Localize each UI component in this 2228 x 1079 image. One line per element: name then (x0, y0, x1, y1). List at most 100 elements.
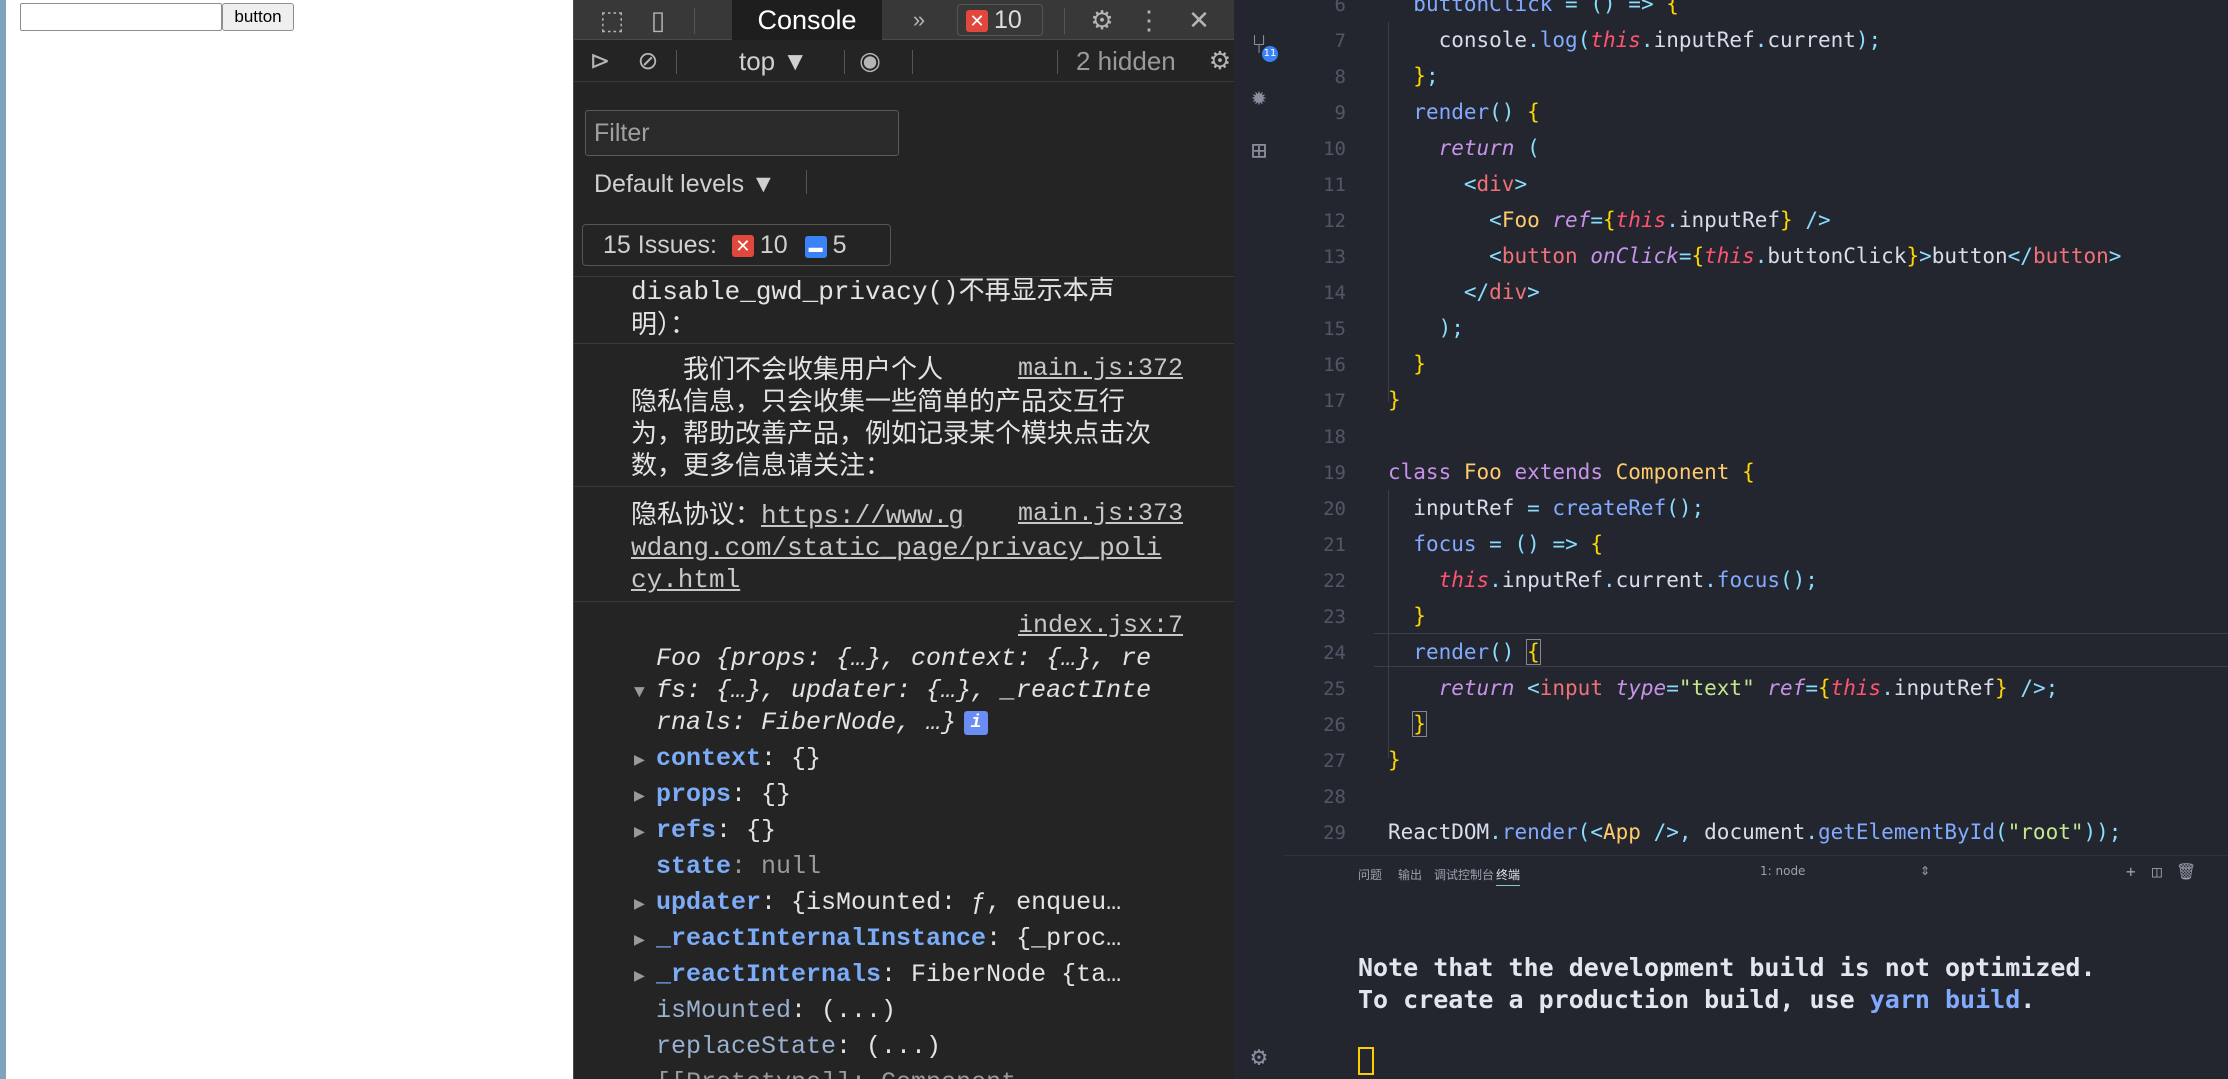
context-selector[interactable]: top ▼ (739, 44, 808, 78)
message-line: 明）： (631, 309, 697, 339)
line-number: 6 (1334, 0, 1346, 16)
source-link[interactable]: main.js:372 (1018, 353, 1183, 385)
code-line: <Foo ref={this.inputRef} /> (1489, 208, 1831, 232)
object-property[interactable]: ▶ updater: {isMounted: ƒ, enqueu… (634, 887, 1121, 921)
property-value: : {} (731, 780, 792, 809)
panel-tabbar: 问题 输出 调试控制台 终端 1: node ⇕ + ◫ 🗑 (1284, 855, 2228, 889)
message-text: disable_gwd_privacy()不再显示本声 明）： (631, 276, 1171, 340)
code-line: return <input type="text" ref={this.inpu… (1438, 676, 2059, 700)
filter-row: Filter (574, 82, 1234, 162)
settings-gear-icon[interactable]: ⚙ (1082, 3, 1122, 37)
sidebar-toggle-icon[interactable]: ⊳ (582, 44, 618, 78)
object-property[interactable]: ▶ _reactInternalInstance: {_proc… (634, 923, 1121, 957)
terminal-select-value: 1: node (1760, 864, 1806, 878)
line-number: 19 (1323, 462, 1346, 484)
line-number: 20 (1323, 498, 1346, 520)
inspect-element-icon[interactable]: ⬚ (592, 3, 632, 37)
source-link[interactable]: main.js:373 (1018, 498, 1183, 530)
console-message: disable_gwd_privacy()不再显示本声 明）： (574, 276, 1234, 344)
expand-triangle-icon: ▶ (634, 895, 645, 915)
extensions-icon[interactable]: ⊞ (1244, 136, 1274, 166)
property-value: : (...) (836, 1032, 942, 1061)
object-summary: rnals: FiberNode, …} i (656, 707, 989, 739)
property-key: replaceState (656, 1032, 837, 1061)
close-devtools-icon[interactable]: ✕ (1179, 3, 1219, 37)
message-label: 隐私协议： (631, 499, 762, 529)
kill-terminal-trash-icon[interactable]: 🗑 (2176, 862, 2196, 881)
more-menu-icon[interactable]: ⋮ (1129, 3, 1169, 37)
tab-debug-console[interactable]: 调试控制台 (1434, 866, 1494, 883)
message-line: 数，更多信息请关注： (631, 450, 892, 480)
object-property[interactable]: ▶ refs: {} (634, 815, 776, 849)
code-line: ReactDOM.render(<App />, document.getEle… (1388, 820, 2122, 844)
divider (676, 50, 677, 74)
code-line: ); (1438, 316, 1464, 340)
tab-terminal[interactable]: 终端 (1496, 866, 1521, 886)
error-count-badge[interactable]: ✕ 10 (957, 4, 1043, 36)
terminal-line: To create a production build, use yarn b… (1358, 985, 2035, 1014)
issues-button[interactable]: 15 Issues: ✕ 10 ▬ 5 (582, 224, 891, 266)
property-value: : (...) (791, 996, 897, 1025)
object-property[interactable]: replaceState: (...) (656, 1031, 941, 1063)
privacy-link[interactable]: wdang.com/static_page/privacy_poli (631, 532, 1171, 564)
object-property[interactable]: ▶ context: {} (634, 743, 821, 777)
divider (574, 343, 1234, 344)
object-property[interactable]: ▶ _reactInternals: FiberNode {ta… (634, 959, 1121, 993)
expand-triangle-icon: ▶ (634, 823, 645, 843)
object-summary[interactable]: ▼ fs: {…}, updater: {…}, _reactInte (634, 675, 1151, 709)
console-message: 隐私协议：https://www.g wdang.com/static_page… (574, 498, 1234, 598)
property-key: [[Prototype]] (656, 1068, 851, 1079)
line-number: 18 (1323, 426, 1346, 448)
terminal-select[interactable]: 1: node ⇕ (1760, 864, 1930, 878)
line-number: 22 (1323, 570, 1346, 592)
terminal[interactable]: Note that the development build is not o… (1284, 889, 2228, 1079)
manage-gear-icon[interactable]: ⚙ (1244, 1042, 1274, 1072)
line-number: 26 (1323, 714, 1346, 736)
property-value: : {} (761, 744, 822, 773)
code-line: return ( (1438, 136, 1540, 160)
expanded-triangle-icon: ▼ (634, 683, 645, 703)
issues-error-count: 10 (759, 231, 788, 259)
divider (574, 486, 1234, 487)
line-number: 21 (1323, 534, 1346, 556)
devtools-panel: ⬚ ▯ Console » ✕ 10 ⚙ ⋮ ✕ ⊳ ⊘ top ▼ ◉ 2 hi… (573, 0, 1234, 1079)
tab-console[interactable]: Console (732, 0, 882, 40)
privacy-link[interactable]: cy.html (631, 564, 1171, 596)
code-editor[interactable]: 6 7 8 9 10 11 12 13 14 15 16 17 18 19 20 21 22 23 24 25 26 27… (1284, 0, 2228, 855)
object-property[interactable]: isMounted: (...) (656, 995, 896, 1027)
object-property[interactable]: ▶[[Prototype]]: Component (634, 1067, 1016, 1079)
split-terminal-icon[interactable]: ◫ (2152, 862, 2162, 881)
clear-console-icon[interactable]: ⊘ (630, 44, 666, 78)
more-tabs-icon[interactable]: » (899, 3, 939, 37)
object-summary: Foo {props: {…}, context: {…}, re (656, 644, 1152, 673)
demo-button[interactable]: button (222, 3, 294, 31)
log-levels-dropdown[interactable]: Default levels ▼ (594, 170, 776, 199)
code-line: } (1388, 748, 1401, 772)
source-link[interactable]: index.jsx:7 (1018, 610, 1183, 642)
divider (806, 170, 807, 194)
filter-input[interactable]: Filter (585, 110, 899, 156)
expand-triangle-icon: ▶ (634, 787, 645, 807)
levels-row: Default levels ▼ (574, 162, 1234, 208)
terminal-command: yarn build (1869, 985, 2021, 1014)
tab-output[interactable]: 输出 (1398, 866, 1422, 883)
privacy-link[interactable]: https://www.g (761, 501, 964, 531)
new-terminal-plus-icon[interactable]: + (2126, 862, 2136, 881)
object-property[interactable]: ▶ props: {} (634, 779, 791, 813)
property-key: props (656, 780, 732, 809)
live-expression-eye-icon[interactable]: ◉ (852, 44, 888, 78)
debug-icon[interactable]: ✹ (1244, 82, 1274, 112)
console-toolbar: ⊳ ⊘ top ▼ ◉ 2 hidden ⚙ (574, 40, 1234, 82)
tab-problems[interactable]: 问题 (1358, 866, 1382, 883)
console-settings-gear-icon[interactable]: ⚙ (1202, 44, 1234, 78)
info-icon[interactable]: i (964, 711, 989, 735)
divider (912, 50, 913, 74)
text-input[interactable] (20, 3, 222, 31)
device-toolbar-icon[interactable]: ▯ (638, 3, 678, 37)
error-icon: ✕ (731, 235, 754, 257)
terminal-text: To create a production build, use (1358, 985, 1870, 1014)
code-line: inputRef = createRef(); (1413, 496, 1705, 520)
line-number: 11 (1323, 174, 1346, 196)
line-number: 27 (1323, 750, 1346, 772)
hidden-count: 2 hidden (1076, 46, 1176, 76)
